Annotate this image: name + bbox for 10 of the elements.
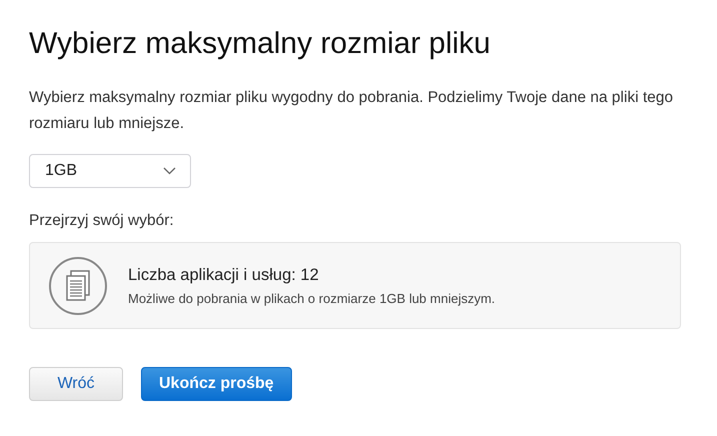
description-text: Wybierz maksymalny rozmiar pliku wygodny do pobrania. Podzielimy Twoje dane na pliki tego rozmiaru lub mniejsze. bbox=[29, 88, 674, 134]
summary-heading: Liczba aplikacji i usług: 12 bbox=[128, 266, 320, 284]
back-button[interactable]: Wróć bbox=[29, 367, 123, 401]
documents-icon bbox=[48, 256, 108, 316]
page-title: Wybierz maksymalny rozmiar pliku bbox=[29, 26, 492, 62]
chevron-down-icon bbox=[163, 167, 176, 175]
summary-detail: Możliwe do pobrania w plikach o rozmiarze 1GB lub mniejszym. bbox=[128, 290, 496, 306]
review-label: Przejrzyj swój wybór: bbox=[29, 212, 175, 230]
size-select[interactable]: 1GB bbox=[29, 154, 191, 188]
submit-button[interactable]: Ukończ prośbę bbox=[141, 367, 292, 401]
